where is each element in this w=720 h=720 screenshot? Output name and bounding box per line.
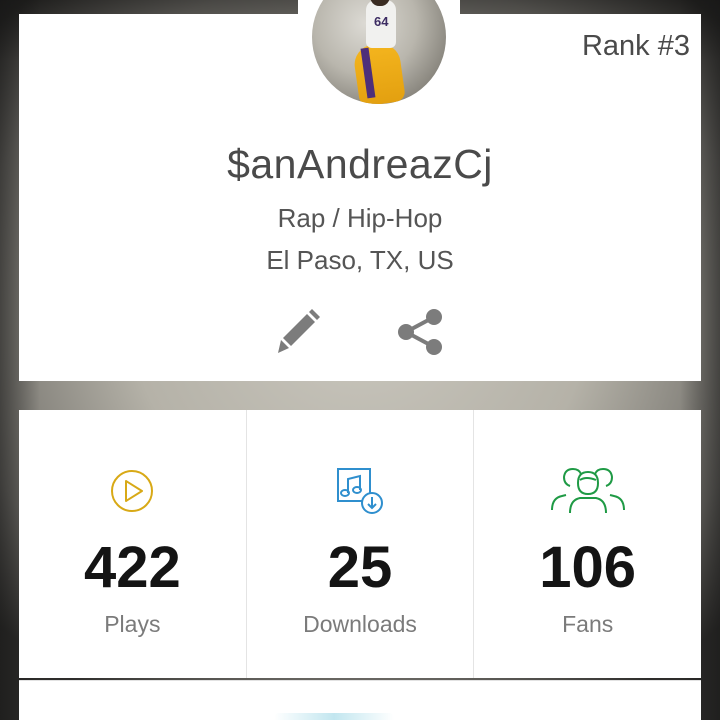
username: $anAndreazCj [227,141,493,187]
play-circle-icon [92,466,172,516]
share-button[interactable] [393,304,449,360]
next-section-peek [274,713,394,720]
fans-label: Fans [562,611,614,637]
share-icon [398,309,442,355]
stat-downloads[interactable]: 25 Downloads [247,410,475,678]
avatar-jersey-number: 64 [374,14,389,29]
location: El Paso, TX, US [266,245,454,275]
pencil-icon [278,309,320,353]
stats-card: 422 Plays 25 Downloads 106 Fans [19,410,701,678]
plays-label: Plays [104,611,161,637]
fans-icon [548,466,628,516]
downloads-label: Downloads [303,611,417,637]
next-section-card [19,680,701,720]
music-download-icon [320,466,400,516]
fans-count: 106 [539,535,637,600]
avatar[interactable]: 64 [312,0,446,104]
profile-card: 64 Rank #3 $anAndreazCj Rap / Hip-Hop El… [19,0,701,381]
avatar-frame: 64 [298,0,460,114]
edit-button[interactable] [269,304,325,360]
rank-label: Rank #3 [581,30,690,62]
stat-plays[interactable]: 422 Plays [19,410,247,678]
downloads-count: 25 [327,535,393,600]
stat-fans[interactable]: 106 Fans [474,410,701,678]
plays-count: 422 [83,535,181,600]
genre: Rap / Hip-Hop [277,203,443,233]
